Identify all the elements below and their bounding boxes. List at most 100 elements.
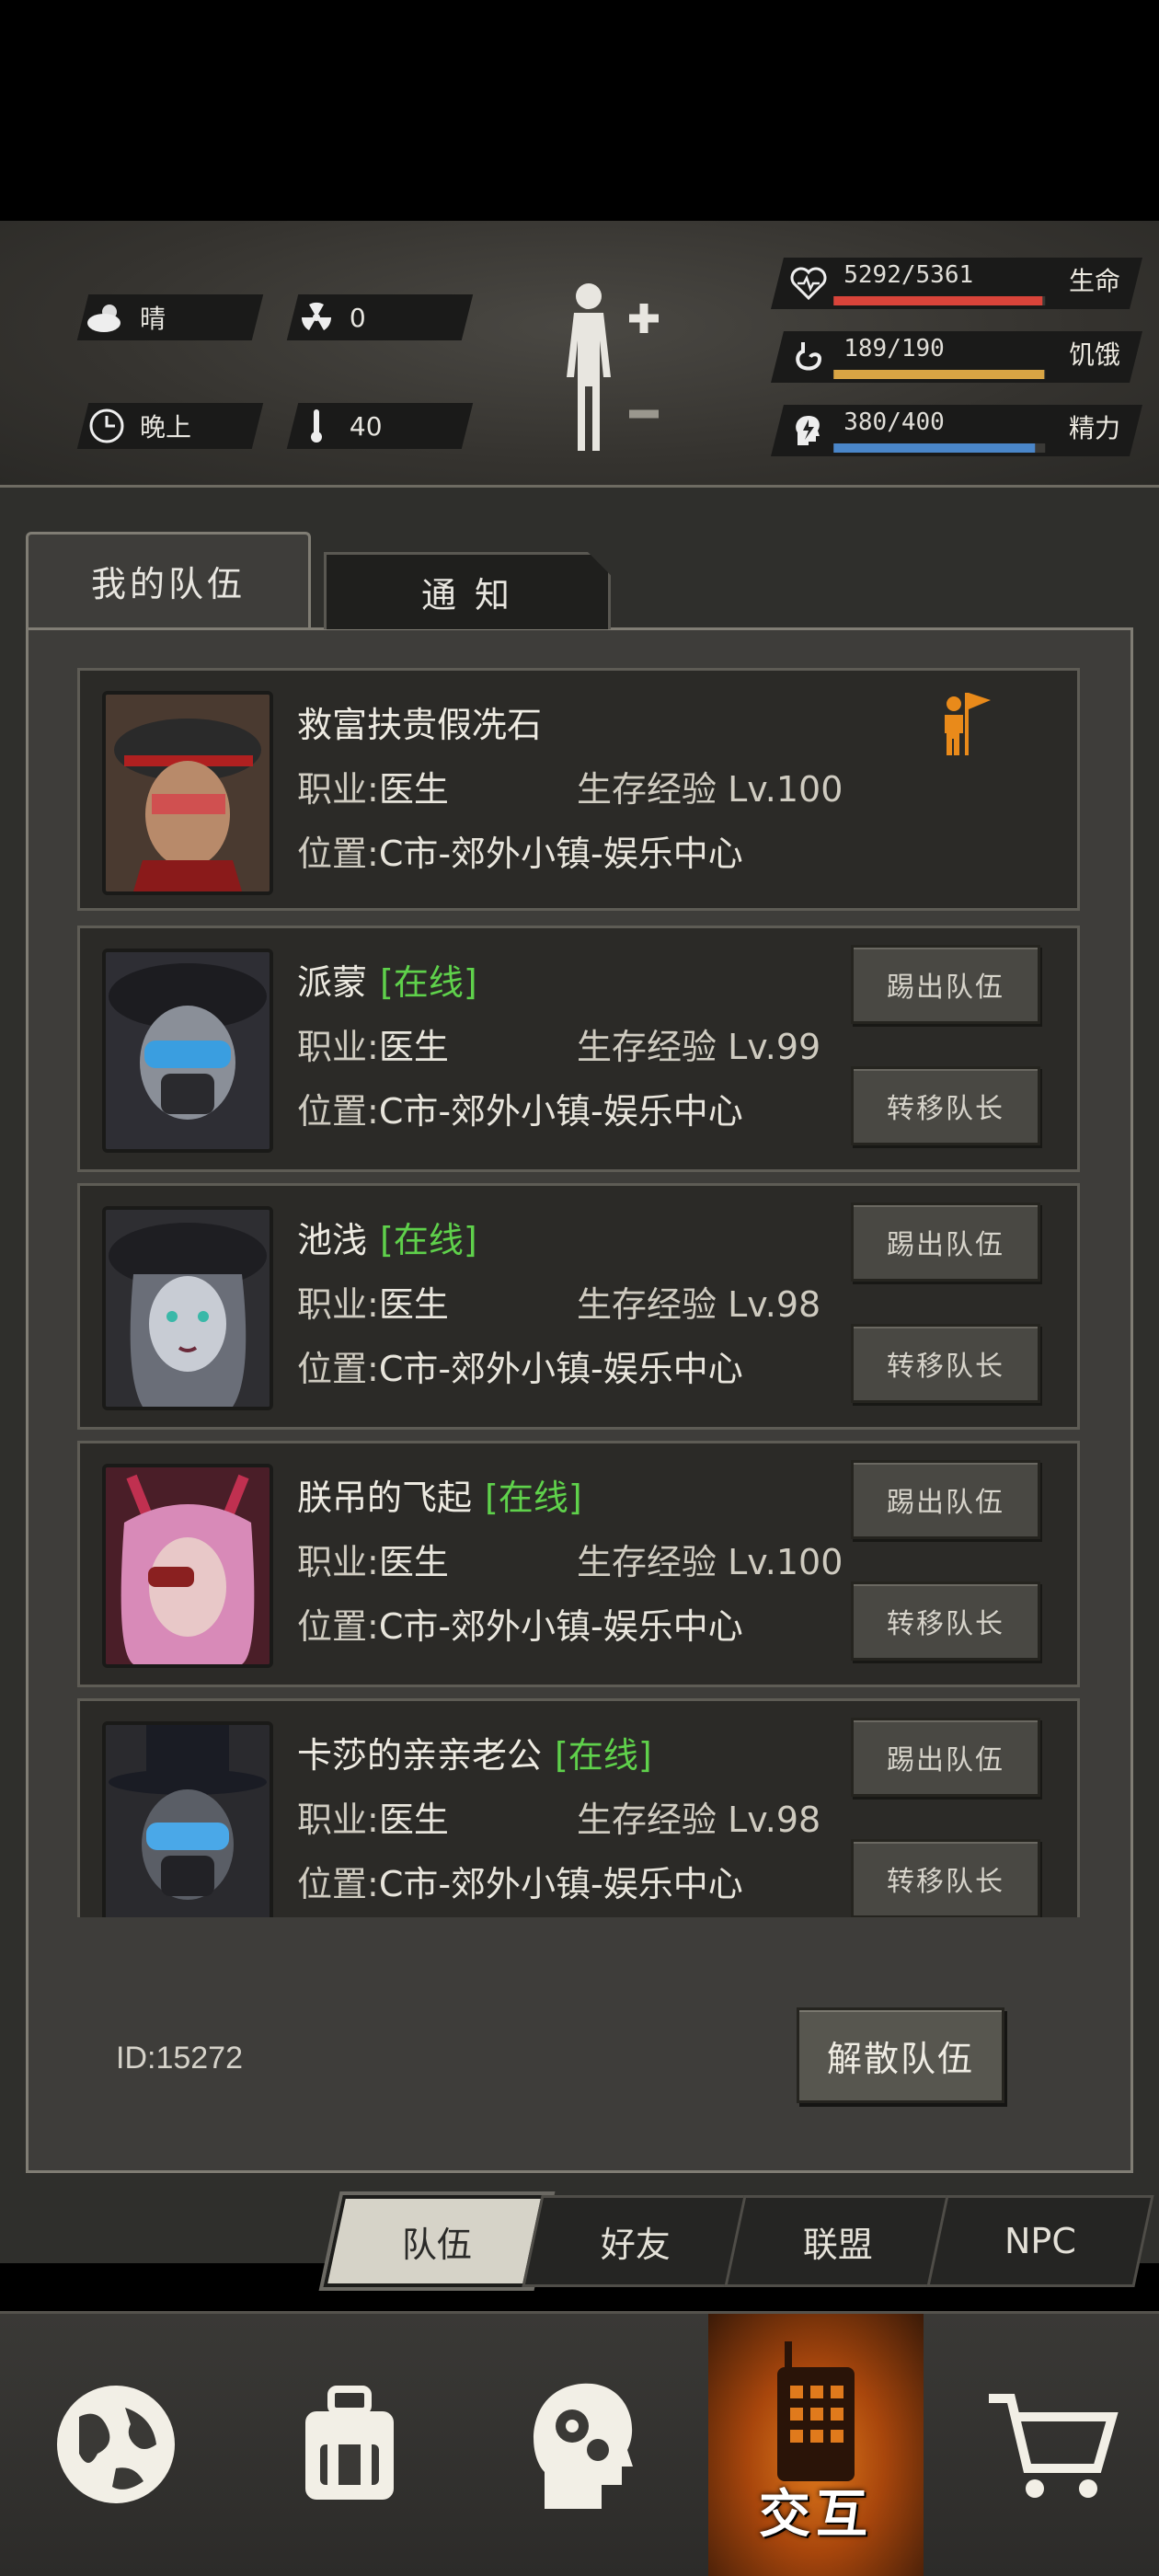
member-job: 职业:医生 [297,1018,449,1069]
member-card: 朕吊的飞起 [在线] 职业:医生 生存经验 Lv.100 位置:C市-郊外小镇-娱… [77,1441,1080,1687]
job-label: 职业: [297,1542,379,1582]
loc-label: 位置: [297,834,379,874]
member-name: 朕吊的飞起 [在线] [297,1469,582,1520]
body-status-figure[interactable] [552,276,681,460]
nav-skills[interactable] [482,2314,681,2576]
globe-icon [52,2380,180,2513]
team-id: ID:15272 [116,2041,243,2076]
transfer-leader-button[interactable]: 转移队长 [851,1324,1040,1403]
health-value: 5292/5361 [843,261,974,289]
nav-inventory[interactable] [250,2314,449,2576]
subtab-team-label: 队伍 [401,2224,472,2265]
member-card: 卡莎的亲亲老公 [在线] 职业:医生 生存经验 Lv.98 位置:C市-郊外小镇-… [77,1698,1080,1917]
job-value: 医生 [378,1800,449,1840]
avatar [102,949,273,1153]
health-label: 生命 [1068,266,1120,296]
loc-value: C市-郊外小镇-娱乐中心 [378,1091,743,1132]
nav-map[interactable] [17,2314,215,2576]
online-status: [在线] [555,1735,652,1776]
health-stat: 5292/5361 生命 [771,258,1142,309]
weather-text: 晴 [140,304,166,334]
member-name: 池浅 [在线] [297,1212,477,1262]
member-location: 位置:C市-郊外小镇-娱乐中心 [297,1083,743,1133]
job-value: 医生 [378,1284,449,1325]
member-exp: 生存经验 Lv.100 [577,769,843,810]
loc-label: 位置: [297,1606,379,1647]
hunger-stat: 189/190 饥饿 [771,331,1142,383]
loc-value: C市-郊外小镇-娱乐中心 [378,1606,743,1647]
job-value: 医生 [378,769,449,810]
job-label: 职业: [297,1284,379,1325]
subtab-friends[interactable]: 好友 [522,2195,750,2287]
subtab-alliance[interactable]: 联盟 [724,2195,952,2287]
transfer-leader-button[interactable]: 转移队长 [851,1066,1040,1145]
health-bar [833,296,1046,305]
member-location: 位置:C市-郊外小镇-娱乐中心 [297,825,743,876]
disband-team-button[interactable]: 解散队伍 [797,2007,1004,2103]
member-job: 职业:医生 [297,1791,449,1842]
kick-button[interactable]: 踢出队伍 [851,1718,1040,1797]
backpack-icon [285,2380,414,2513]
head-gears-icon [517,2371,646,2522]
online-status: [在线] [380,962,477,1003]
hunger-bar-fill [833,370,1045,379]
loc-label: 位置: [297,1091,379,1132]
weather-pill: 晴 [76,294,264,340]
temperature-pill: 40 [286,403,474,449]
tab-my-team[interactable]: 我的队伍 [26,532,311,627]
kick-button[interactable]: 踢出队伍 [851,1460,1040,1539]
radiation-pill: 0 [286,294,474,340]
loc-label: 位置: [297,1349,379,1389]
loc-value: C市-郊外小镇-娱乐中心 [378,834,743,874]
nav-interact[interactable]: 交互 [708,2314,924,2576]
job-label: 职业: [297,1027,379,1067]
job-label: 职业: [297,769,379,810]
transfer-leader-button[interactable]: 转移队长 [851,1839,1040,1917]
member-job: 职业:医生 [297,1276,449,1327]
avatar [102,1721,273,1917]
health-bar-fill [833,296,1043,305]
member-list[interactable]: 救富扶贵假冼石 职业:医生 生存经验 Lv.100 位置:C市-郊外小镇-娱乐中… [77,668,1080,1917]
kick-button[interactable]: 踢出队伍 [851,1202,1040,1282]
heart-icon [790,265,827,302]
loc-label: 位置: [297,1864,379,1904]
member-exp: 生存经验 Lv.98 [577,1800,821,1840]
online-status: [在线] [380,1220,477,1260]
nav-shop[interactable] [953,2314,1152,2576]
transfer-leader-button[interactable]: 转移队长 [851,1581,1040,1661]
avatar [102,691,273,895]
member-name-text: 卡莎的亲亲老公 [297,1735,543,1776]
clock-icon [83,408,131,444]
member-name: 救富扶贵假冼石 [297,705,543,745]
bottom-nav: 交互 [0,2311,1159,2576]
member-name: 派蒙 [在线] [297,954,477,1005]
leader-flag-icon [939,687,994,757]
job-label: 职业: [297,1800,379,1840]
head-bolt-icon [790,412,827,449]
avatar [102,1464,273,1668]
energy-bar [833,443,1046,453]
hunger-label: 饥饿 [1068,339,1120,370]
subtab-team[interactable]: 队伍 [323,2195,551,2287]
hunger-value: 189/190 [843,335,945,362]
member-exp: 生存经验 Lv.99 [577,1027,821,1067]
thermometer-icon [293,408,340,444]
member-name-text: 池浅 [297,1220,368,1260]
temperature-value: 40 [350,410,383,442]
member-name: 卡莎的亲亲老公 [在线] [297,1727,652,1777]
energy-bar-fill [833,443,1035,453]
kick-button[interactable]: 踢出队伍 [851,945,1040,1024]
nav-interact-label: 交互 [759,2485,873,2545]
tab-notice[interactable]: 通 知 [324,552,611,629]
member-card: 救富扶贵假冼石 职业:医生 生存经验 Lv.100 位置:C市-郊外小镇-娱乐中… [77,668,1080,911]
subtab-npc[interactable]: NPC [926,2195,1154,2287]
subtab-npc-label: NPC [1004,2221,1076,2261]
energy-label: 精力 [1068,413,1120,443]
member-job: 职业:医生 [297,761,449,811]
radiation-value: 0 [350,302,366,333]
time-text: 晚上 [140,412,192,443]
time-pill: 晚上 [76,403,264,449]
cloud-sun-icon [83,301,131,334]
hunger-bar [833,370,1046,379]
top-black-bar [0,0,1159,221]
